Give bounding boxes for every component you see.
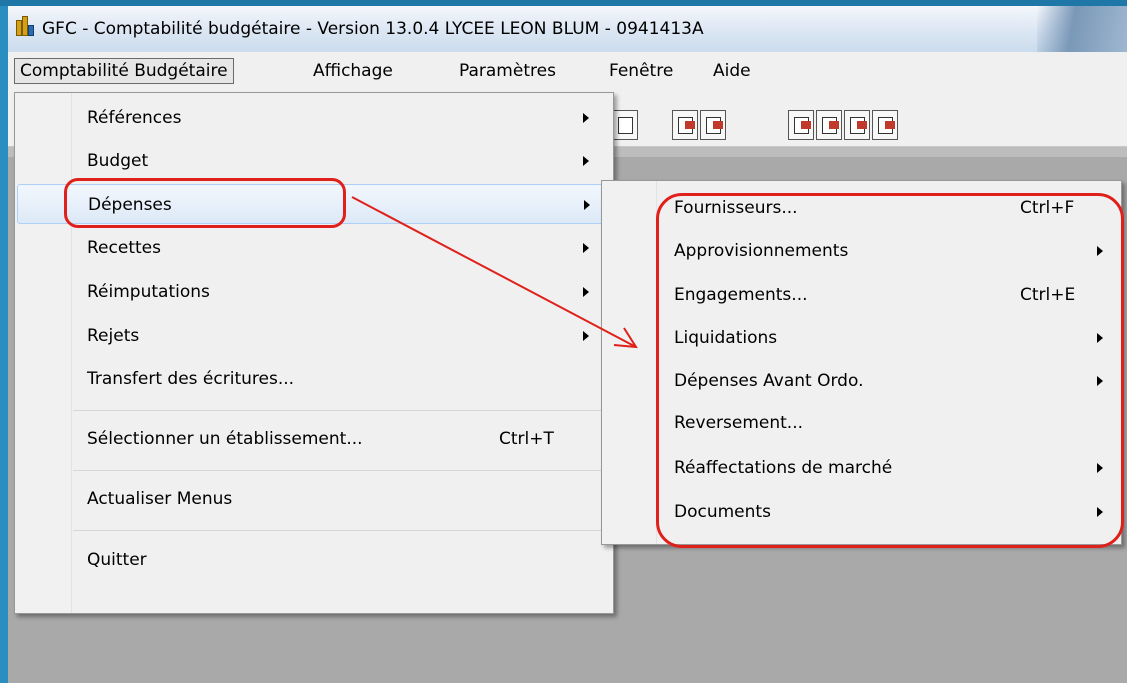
annotation-arrow-icon — [351, 196, 638, 349]
